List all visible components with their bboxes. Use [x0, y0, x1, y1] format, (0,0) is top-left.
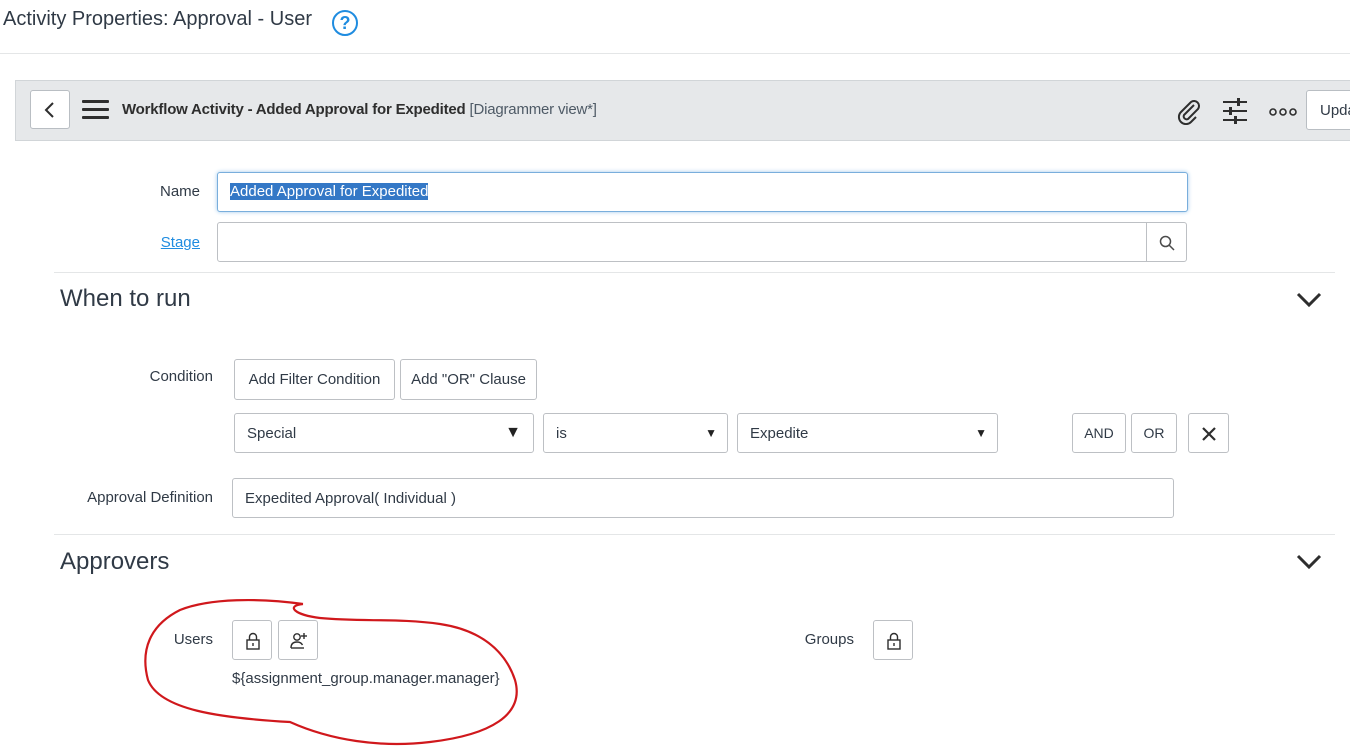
chevron-down-icon[interactable]	[1296, 291, 1322, 309]
condition-operator-select[interactable]: is ▼	[543, 413, 728, 453]
condition-value-value: Expedite	[750, 425, 809, 442]
condition-label: Condition	[149, 368, 213, 385]
page-title: Activity Properties: Approval - User	[3, 8, 312, 30]
question-circle-icon[interactable]: ?	[332, 10, 358, 36]
groups-lock-button[interactable]	[873, 620, 913, 660]
dropdown-arrow-icon: ▼	[505, 424, 521, 441]
header-title: Workflow Activity - Added Approval for E…	[122, 101, 597, 118]
more-dots-icon[interactable]	[1269, 107, 1297, 117]
name-input-value: Added Approval for Expedited	[230, 183, 429, 200]
users-lock-button[interactable]	[232, 620, 272, 660]
lock-icon	[246, 632, 260, 650]
approval-definition-field[interactable]: Expedited Approval( Individual )	[232, 478, 1174, 518]
groups-label: Groups	[804, 631, 854, 648]
add-user-icon	[290, 633, 307, 649]
form-header: Workflow Activity - Added Approval for E…	[15, 80, 1350, 141]
header-record-title: Workflow Activity - Added Approval for E…	[122, 101, 466, 118]
dropdown-arrow-icon: ▼	[705, 426, 717, 440]
close-icon	[1202, 427, 1216, 441]
approvers-title: Approvers	[60, 548, 170, 575]
condition-field-value: Special	[247, 425, 297, 442]
update-button[interactable]: Upda	[1306, 90, 1350, 130]
and-button[interactable]: AND	[1072, 413, 1126, 453]
add-filter-condition-button[interactable]: Add Filter Condition	[234, 359, 395, 400]
when-to-run-title: When to run	[60, 285, 191, 312]
approval-definition-label: Approval Definition	[87, 489, 213, 506]
title-bar: Activity Properties: Approval - User ?	[0, 0, 1350, 54]
remove-condition-button[interactable]	[1188, 413, 1229, 453]
add-or-clause-button[interactable]: Add "OR" Clause	[400, 359, 537, 400]
dropdown-arrow-icon: ▼	[975, 426, 987, 440]
section-divider	[54, 272, 1335, 273]
search-icon	[1159, 235, 1175, 251]
sliders-icon[interactable]	[1221, 98, 1249, 124]
approval-definition-value: Expedited Approval( Individual )	[245, 490, 456, 507]
users-label: Users	[173, 631, 213, 648]
or-button[interactable]: OR	[1131, 413, 1177, 453]
add-user-button[interactable]	[278, 620, 318, 660]
lock-icon	[887, 632, 901, 650]
condition-field-select[interactable]: Special ▼	[234, 413, 534, 453]
stage-link[interactable]: Stage	[120, 234, 200, 251]
name-input[interactable]: Added Approval for Expedited	[217, 172, 1188, 212]
section-divider	[54, 534, 1335, 535]
header-view-label: [Diagrammer view*]	[469, 101, 597, 118]
stage-input[interactable]	[217, 222, 1187, 262]
users-value: ${assignment_group.manager.manager}	[232, 670, 500, 687]
name-label: Name	[159, 183, 200, 200]
back-button[interactable]	[30, 90, 70, 129]
condition-operator-value: is	[556, 425, 567, 442]
paperclip-icon[interactable]	[1174, 97, 1202, 125]
stage-search-button[interactable]	[1146, 223, 1186, 261]
condition-value-select[interactable]: Expedite ▼	[737, 413, 998, 453]
back-chevron-icon	[44, 102, 54, 118]
chevron-down-icon[interactable]	[1296, 553, 1322, 571]
hamburger-menu-icon[interactable]	[82, 100, 109, 120]
